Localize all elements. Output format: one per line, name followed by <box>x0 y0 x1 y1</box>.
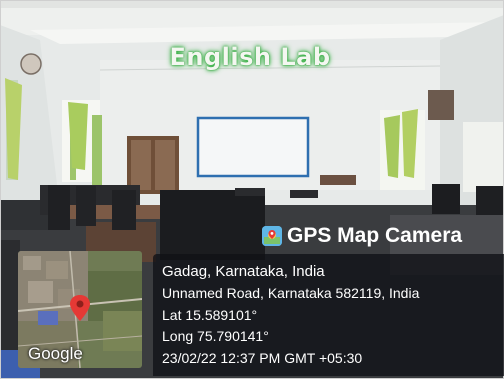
google-logo: Google <box>28 344 83 363</box>
english-lab-sign: English Lab <box>169 43 331 71</box>
gps-map-camera-app-icon <box>262 226 282 246</box>
longitude-text: Long 75.790141° <box>162 328 269 344</box>
location-text: Gadag, Karnataka, India <box>162 263 325 280</box>
latitude-text: Lat 15.589101° <box>162 307 258 323</box>
location-map-thumbnail[interactable]: Google <box>18 251 142 368</box>
gps-map-camera-badge: GPS Map Camera <box>256 220 504 252</box>
location-info-panel: Gadag, Karnataka, India Unnamed Road, Ka… <box>153 254 504 376</box>
badge-title: GPS Map Camera <box>287 224 463 247</box>
datetime-text: 23/02/22 12:37 PM GMT +05:30 <box>162 350 363 366</box>
photo: English Lab Google GPS Map Camera Gadag,… <box>0 0 504 379</box>
address-text: Unnamed Road, Karnataka 582119, India <box>162 285 420 301</box>
